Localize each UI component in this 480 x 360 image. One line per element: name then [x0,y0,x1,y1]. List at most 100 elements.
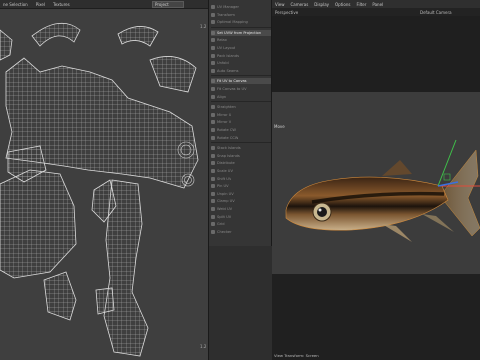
tool-icon [211,94,215,99]
tool-item[interactable]: Transform [211,12,271,18]
tool-label: Grid [217,222,225,227]
tool-icon [211,214,215,219]
tool-label: Align [217,94,227,99]
tool-icon [211,30,215,35]
tool-item[interactable]: Align [211,94,271,100]
tool-label: Checker [217,229,232,234]
tool-label: Straighten [217,105,236,110]
tool-label: Pack Islands [217,53,239,58]
tool-icon [211,87,215,91]
tool-label: Fit UV to Canvas [217,79,247,84]
tool-item[interactable]: Pack Islands [211,53,271,59]
tool-item[interactable]: Weld UV [211,206,271,212]
tool-icon [211,61,215,66]
tool-item[interactable]: Relax [211,37,271,43]
tool-icon [211,38,215,43]
tool-item[interactable]: Clamp UV [211,198,271,204]
tool-label: Shift UV [217,176,232,181]
tool-label: UV Layout [217,46,236,50]
tool-item[interactable]: Stack Islands [211,145,271,151]
tool-icon [211,120,215,125]
tool-item[interactable]: Split UV [211,214,271,220]
tool-label: Weld UV [217,207,233,211]
uv-corner-label-top: 1.2 [200,24,207,29]
uv-island-fin-top[interactable] [149,56,197,93]
tool-item[interactable]: Rotate CCW [211,135,271,141]
tool-icon [211,184,215,189]
tool-item[interactable]: Set UVW from Projection [211,29,271,36]
tool-item[interactable]: Mirror U [211,112,271,118]
tool-item[interactable]: Scale UV [211,168,271,174]
uv-island-top-arc[interactable] [31,22,81,47]
tool-label: UV Manager [217,5,239,9]
tool-separator [211,26,271,28]
tool-item[interactable]: Snap Islands [211,153,271,159]
tool-label: Auto Seams [217,68,239,73]
tool-item[interactable]: Fit Canvas to UV [211,86,271,92]
fish-tail [439,149,480,237]
uv-canvas[interactable] [0,10,208,360]
tool-item[interactable]: Auto Seams [211,68,271,74]
tool-icon [211,161,215,166]
fish-body [285,176,449,231]
tool-item[interactable]: Mirror V [211,119,271,125]
tool-icon [211,5,215,9]
tool-separator [211,142,271,144]
tool-label: Set UVW from Projection [217,30,262,35]
tool-item[interactable]: Rotate CW [211,127,271,133]
tool-label: Split UV [217,214,232,219]
fish-model[interactable] [272,0,480,360]
uv-tools-panel: UV Manager Transform Optimal Mapping Set UV… [208,0,273,360]
tool-item[interactable]: Unpin UV [211,191,271,197]
tool-icon [211,46,215,50]
uv-editor-panel: ne Selection Pixel Textures Project 1.2 … [0,0,208,360]
tool-icon [211,207,215,211]
uv-island-small-bottom[interactable] [95,287,115,315]
tool-item[interactable]: Unfold [211,60,271,66]
tool-icon [211,53,215,58]
tool-label: Unpin UV [217,191,234,196]
uv-island-top-right[interactable] [117,26,159,47]
tool-icon [211,153,215,158]
tool-label: Rotate CCW [217,135,239,140]
tool-item[interactable]: Distribute [211,160,271,166]
3d-viewport[interactable]: View Cameras Display Options Filter Pane… [272,0,480,360]
tool-item[interactable]: Checker [211,229,271,235]
tool-label: Scale UV [217,169,233,173]
tool-label: Relax [217,38,227,43]
uv-island-large-lower[interactable] [0,169,77,279]
uv-corner-label-bottom: 1.2 [200,344,207,349]
tool-label: Snap Islands [217,153,240,158]
tool-icon [211,222,215,227]
tool-icon [211,105,215,110]
tool-icon [211,191,215,196]
tool-icon [211,68,215,73]
tool-icon [211,20,215,25]
tool-label: Unfold [217,61,229,66]
tools-empty-area [209,246,273,360]
menu-pixel[interactable]: Pixel [36,2,45,7]
tool-label: Mirror U [217,112,232,117]
tool-icon [211,112,215,117]
menu-selection[interactable]: ne Selection [3,2,28,7]
tool-icon [211,176,215,181]
uv-island-fin-bottom[interactable] [43,271,77,321]
uv-island-top-left[interactable] [0,29,13,61]
tool-label: Clamp UV [217,199,235,204]
tool-item[interactable]: Pin UV [211,183,271,189]
tool-item[interactable]: UV Manager [211,4,271,10]
tool-item[interactable]: UV Layout [211,45,271,51]
tool-item[interactable]: Straighten [211,104,271,110]
tool-separator [211,101,271,103]
tool-item[interactable]: Fit UV to Canvas [211,78,271,85]
menu-textures[interactable]: Textures [53,2,70,7]
fish-dorsal-fin [382,160,412,176]
tool-separator [211,75,271,77]
tool-item[interactable]: Shift UV [211,176,271,182]
tool-icon [211,169,215,173]
tool-item[interactable]: Optimal Mapping [211,19,271,25]
tool-icon [211,146,215,151]
tool-icon [211,12,215,17]
tool-item[interactable]: Grid [211,221,271,227]
projection-dropdown[interactable]: Project [152,1,184,8]
